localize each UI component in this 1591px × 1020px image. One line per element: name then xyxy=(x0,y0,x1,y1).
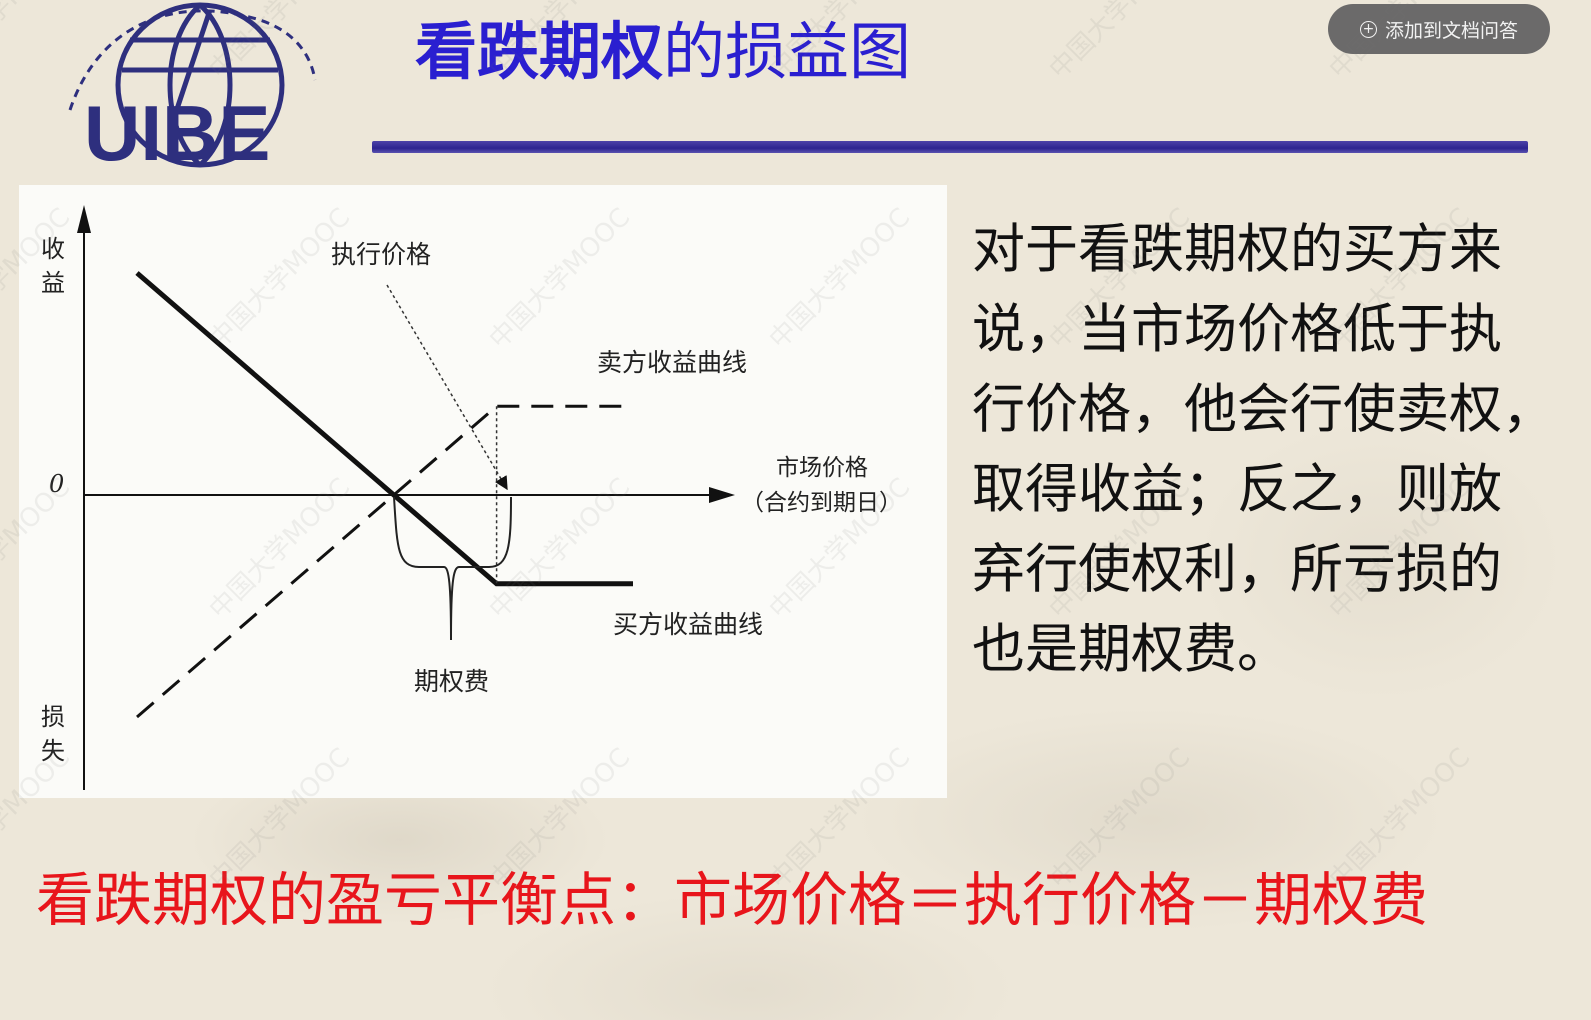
x-axis-label-line2: （合约到期日） xyxy=(741,490,902,516)
explanation-line: 弃行使权利，所亏损的 xyxy=(972,539,1502,600)
buyer-series-label: 买方收益曲线 xyxy=(613,610,763,639)
add-to-doc-qa-button[interactable]: + 添加到文档问答 xyxy=(1328,4,1550,54)
breakeven-formula: 看跌期权的盈亏平衡点：市场价格＝执行价格－期权费 xyxy=(36,866,1429,934)
x-axis-arrowhead xyxy=(709,487,735,503)
logo-text: UIBE xyxy=(84,89,270,177)
plus-circle-icon: + xyxy=(1359,20,1377,38)
page-title: 看跌期权的损益图 xyxy=(415,12,911,92)
y-axis-arrowhead xyxy=(77,205,91,233)
add-to-doc-qa-label: 添加到文档问答 xyxy=(1384,19,1518,42)
explanation-line: 说，当市场价格低于执 xyxy=(972,299,1502,360)
seller-series-label: 卖方收益曲线 xyxy=(597,348,747,377)
explanation-paragraph: 对于看跌期权的买方来 说，当市场价格低于执 行价格，他会行使卖权， 取得收益；反之，则… xyxy=(972,210,1572,690)
premium-annotation: 期权费 xyxy=(414,667,489,696)
strike-arrow xyxy=(386,284,508,491)
x-axis-label-line1: 市场价格 xyxy=(776,455,868,481)
origin-label: 0 xyxy=(49,470,64,498)
explanation-line: 对于看跌期权的买方来 xyxy=(972,219,1502,280)
explanation-line: 也是期权费。 xyxy=(972,619,1290,680)
explanation-line: 行价格，他会行使卖权， xyxy=(972,379,1555,440)
premium-brace xyxy=(393,496,512,641)
y-axis-bottom-label-1: 损 xyxy=(41,703,65,731)
seller-payoff-line xyxy=(136,404,633,719)
y-axis-bottom-label-2: 失 xyxy=(41,737,65,765)
watermark-text: 中国大学MOOC xyxy=(1044,0,1196,85)
buyer-payoff-line xyxy=(135,271,633,587)
strike-annotation: 执行价格 xyxy=(331,240,431,269)
profit-loss-chart: 收 益 损 失 0 市场价格 （合约到期日） 执行价格 期权费 卖方收益曲线 买… xyxy=(19,185,947,798)
title-bold: 看跌期权 xyxy=(415,15,664,88)
university-logo: UIBE xyxy=(68,2,317,177)
title-underline xyxy=(372,141,1528,153)
y-axis-top-label-2: 益 xyxy=(41,269,65,297)
y-axis-top-label-1: 收 xyxy=(41,235,65,263)
title-rest: 的损益图 xyxy=(663,15,912,88)
chart-svg: 收 益 损 失 0 市场价格 （合约到期日） 执行价格 期权费 卖方收益曲线 买… xyxy=(41,205,902,790)
explanation-line: 取得收益；反之，则放 xyxy=(972,459,1502,520)
